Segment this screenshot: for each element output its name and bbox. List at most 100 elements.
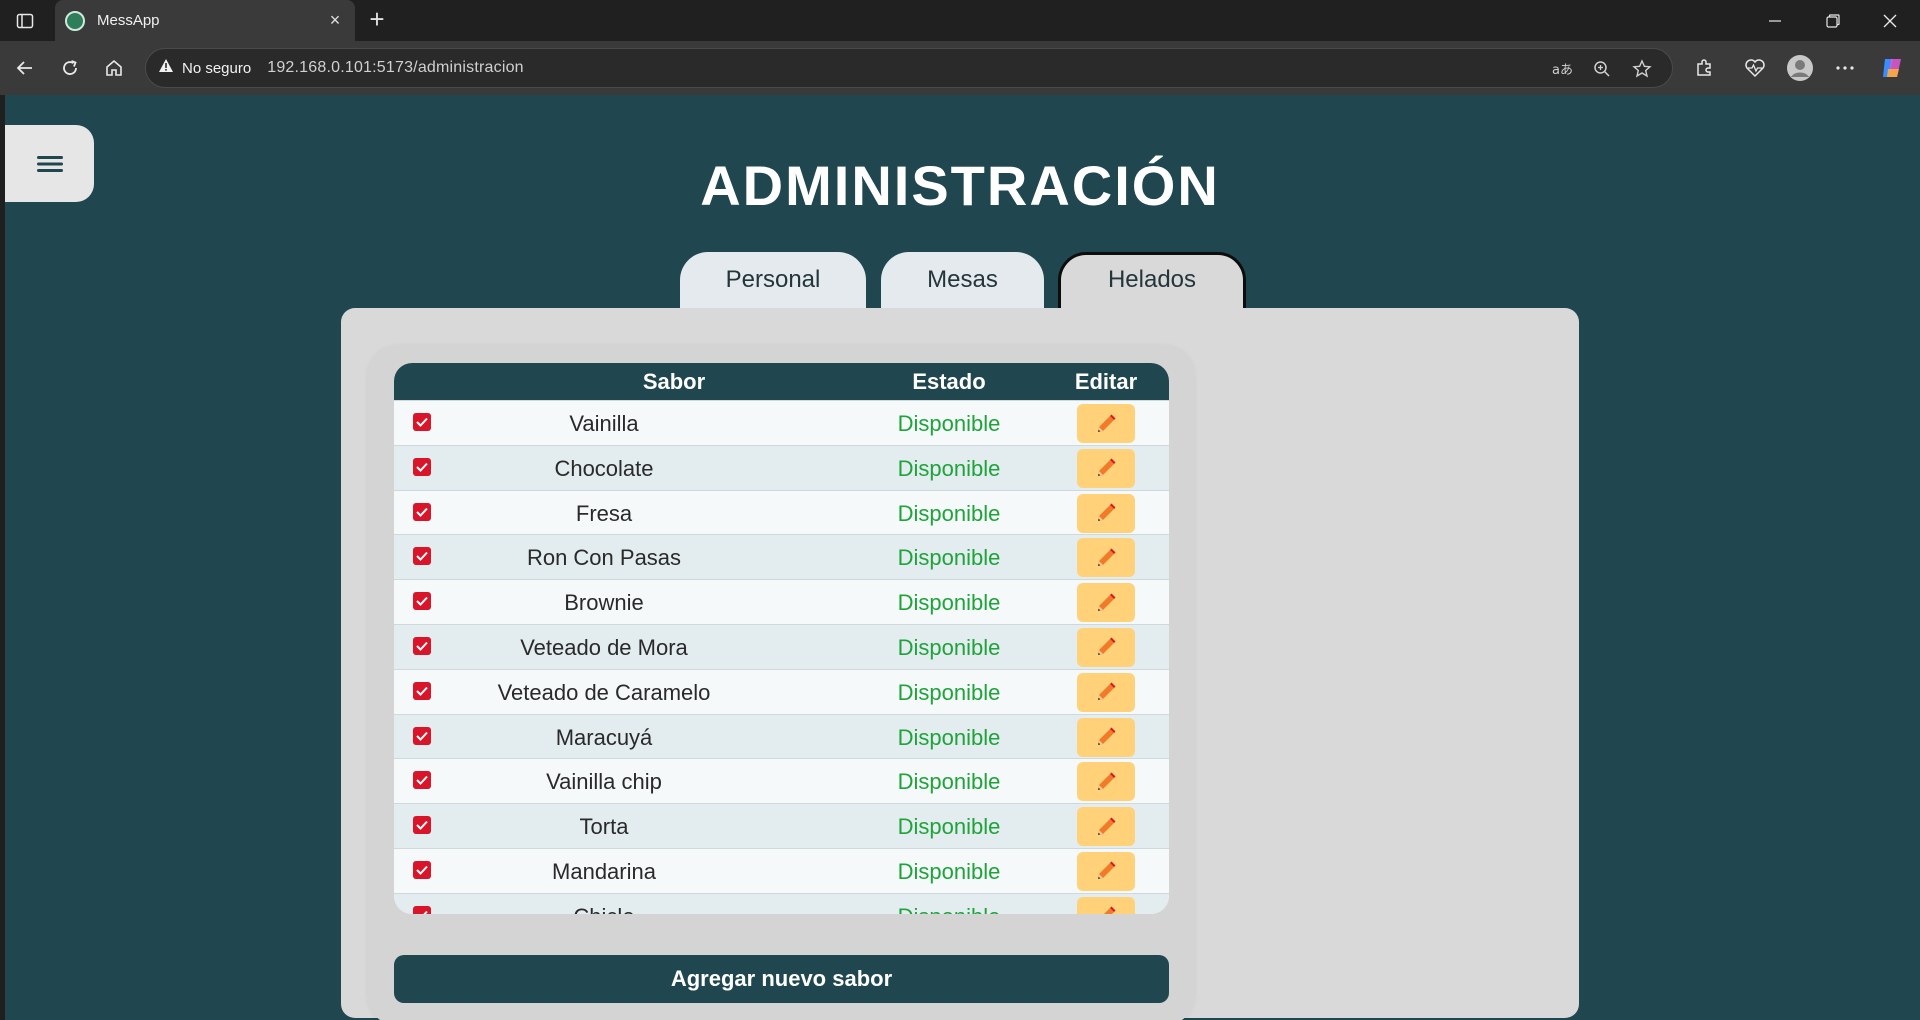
checkmark-icon	[416, 462, 428, 472]
edit-button[interactable]	[1077, 807, 1135, 847]
pencil-icon	[1104, 906, 1116, 914]
restore-icon[interactable]	[1805, 0, 1861, 41]
availability-checkbox[interactable]	[413, 457, 431, 476]
cell-estado: Disponible	[897, 500, 1001, 526]
tab-actions-icon[interactable]	[12, 8, 38, 34]
availability-checkbox[interactable]	[413, 547, 431, 566]
cell-sabor: Torta	[579, 814, 629, 840]
table-row: Veteado de Mora Disponible	[394, 623, 1169, 669]
checkmark-icon	[416, 552, 428, 562]
cell-sabor: Maracuyá	[555, 724, 653, 750]
address-bar[interactable]: No seguro 192.168.0.101:5173/administrac…	[145, 48, 1673, 88]
pencil-icon	[1098, 772, 1116, 790]
availability-checkbox[interactable]	[413, 726, 431, 745]
edit-button[interactable]	[1077, 404, 1135, 443]
table-row: Fresa Disponible	[394, 489, 1169, 535]
tab-personal[interactable]: Personal	[680, 252, 866, 312]
edit-button[interactable]	[1077, 538, 1135, 578]
table-body[interactable]: Vainilla Disponible Chocolate Disponible	[394, 400, 1169, 914]
pencil-icon	[1098, 727, 1116, 746]
favicon-icon	[65, 10, 85, 31]
edit-button[interactable]	[1077, 448, 1135, 488]
cell-sabor: Vainilla chip	[546, 769, 662, 795]
availability-checkbox[interactable]	[413, 592, 431, 611]
copilot-icon[interactable]	[1877, 53, 1907, 83]
pencil-icon	[1098, 861, 1116, 880]
sabores-table: Sabor Estado Editar Vainilla Disponible …	[394, 363, 1169, 914]
add-flavor-button[interactable]: Agregar nuevo sabor	[394, 955, 1169, 1003]
edit-button[interactable]	[1077, 717, 1135, 757]
availability-checkbox[interactable]	[413, 905, 431, 914]
edit-button[interactable]	[1077, 583, 1135, 623]
availability-checkbox[interactable]	[413, 502, 431, 521]
more-options-icon[interactable]	[1830, 53, 1860, 83]
cell-estado: Disponible	[897, 724, 1001, 750]
edit-button[interactable]	[1077, 672, 1135, 712]
translate-icon[interactable]: aあ	[1551, 58, 1573, 80]
table-row: Ron Con Pasas Disponible	[394, 534, 1169, 580]
page-viewport: ADMINISTRACIÓN Personal Mesas Helados Sa…	[5, 95, 1920, 1020]
checkmark-icon	[416, 776, 428, 786]
edit-button[interactable]	[1077, 896, 1135, 914]
availability-checkbox[interactable]	[413, 816, 431, 835]
edit-button[interactable]	[1077, 762, 1135, 802]
cell-estado: Disponible	[864, 904, 1034, 914]
home-icon[interactable]	[99, 53, 129, 83]
close-window-icon[interactable]	[1862, 0, 1918, 41]
reload-icon[interactable]	[55, 53, 85, 83]
tab-mesas[interactable]: Mesas	[881, 252, 1044, 312]
browser-toolbar: No seguro 192.168.0.101:5173/administrac…	[0, 41, 1920, 95]
profile-avatar-icon[interactable]	[1785, 53, 1815, 83]
cell-sabor: Fresa	[575, 500, 633, 526]
health-heart-icon[interactable]	[1740, 53, 1770, 83]
minimize-icon[interactable]	[1747, 0, 1803, 41]
table-row: Mandarina Disponible	[394, 847, 1169, 893]
cell-sabor: Vainilla	[569, 411, 639, 436]
edit-button[interactable]	[1077, 851, 1135, 891]
pencil-icon	[1098, 548, 1116, 566]
tab-helados[interactable]: Helados	[1058, 252, 1246, 312]
checkmark-icon	[416, 597, 428, 607]
zoom-icon[interactable]	[1591, 58, 1613, 80]
edit-button[interactable]	[1077, 627, 1135, 667]
availability-checkbox[interactable]	[413, 636, 431, 655]
tab-close-icon[interactable]: ×	[325, 10, 345, 31]
availability-checkbox[interactable]	[413, 771, 431, 790]
checkmark-icon	[416, 731, 428, 741]
cell-estado: Disponible	[897, 858, 1001, 884]
url-text[interactable]: 192.168.0.101:5173/administracion	[267, 59, 524, 77]
checkmark-icon	[416, 865, 428, 875]
pencil-icon	[1098, 682, 1116, 701]
table-header: Sabor Estado Editar	[394, 363, 1169, 400]
pencil-icon	[1098, 817, 1116, 835]
checkmark-icon	[416, 641, 428, 651]
page-title: ADMINISTRACIÓN	[700, 154, 1220, 217]
security-label[interactable]: No seguro	[182, 60, 251, 77]
availability-checkbox[interactable]	[413, 860, 431, 879]
cell-estado: Disponible	[897, 679, 1001, 705]
favorite-star-icon[interactable]	[1631, 58, 1653, 80]
helados-panel: Sabor Estado Editar Vainilla Disponible …	[341, 308, 1579, 1020]
extensions-icon[interactable]	[1689, 53, 1719, 83]
header-editar: Editar	[1074, 369, 1138, 394]
checkmark-icon	[423, 910, 428, 914]
cell-sabor: Chocolate	[554, 455, 654, 481]
pencil-icon	[1098, 503, 1116, 522]
table-row: Veteado de Caramelo Disponible	[394, 668, 1169, 714]
cell-sabor: Mandarina	[552, 858, 656, 884]
cell-estado: Disponible	[897, 769, 1001, 795]
table-row: Chocolate Disponible	[394, 444, 1169, 490]
cell-estado: Disponible	[897, 590, 1001, 616]
edit-button[interactable]	[1077, 493, 1135, 533]
new-tab-icon[interactable]: +	[363, 6, 391, 34]
checkmark-icon	[416, 507, 428, 517]
browser-tab[interactable]: MessApp ×	[55, 0, 355, 41]
warning-icon[interactable]	[158, 58, 174, 78]
cell-sabor: Ron Con Pasas	[526, 545, 682, 571]
header-sabor: Sabor	[642, 369, 706, 394]
availability-checkbox[interactable]	[413, 413, 431, 431]
checkmark-icon	[416, 417, 428, 427]
back-icon[interactable]	[10, 53, 40, 83]
availability-checkbox[interactable]	[413, 681, 431, 700]
browser-titlebar: MessApp × +	[0, 0, 1920, 41]
